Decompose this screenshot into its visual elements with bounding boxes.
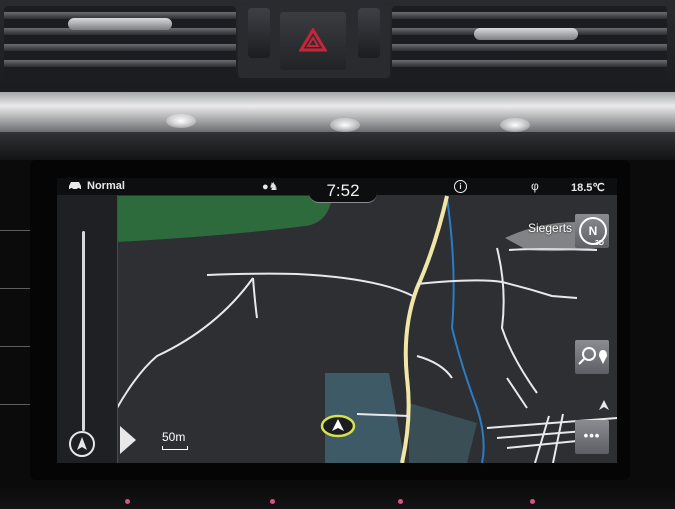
vent-toggle-right[interactable] [358, 8, 380, 58]
info-circle-icon[interactable]: i [454, 180, 467, 193]
search-location-icon [578, 347, 607, 365]
route-icon[interactable] [597, 398, 611, 412]
hazard-button[interactable] [280, 12, 346, 70]
map-scale-label: 50m [162, 430, 186, 444]
vent-knob-right[interactable] [474, 28, 578, 40]
car-icon [69, 182, 81, 191]
zoom-slider[interactable] [82, 231, 85, 431]
vehicle-marker-icon [320, 414, 356, 438]
connectivity-icons: ●♞ [262, 181, 279, 193]
phone-icon: φ [531, 179, 539, 193]
vent-toggle-left[interactable] [248, 8, 270, 58]
outside-temperature: 18.5℃ [571, 182, 605, 194]
north-view-button[interactable]: N 3D [575, 214, 609, 248]
map-town-label: Siegerts [528, 221, 573, 235]
indicator-light [270, 499, 275, 504]
driving-mode-label[interactable]: Normal [87, 180, 125, 192]
navigation-screen[interactable]: Normal ●♞ i φ 18.5℃ 7:52 50m Siegerts N … [57, 178, 617, 463]
vent-knob-left[interactable] [68, 18, 172, 30]
view-mode-label: 3D [595, 240, 604, 247]
air-vent-right [392, 6, 667, 84]
more-icon: ••• [583, 428, 601, 443]
play-arrow-icon[interactable] [120, 426, 136, 454]
chrome-trim [0, 92, 675, 132]
air-vent-left [4, 6, 236, 84]
dashboard-bottom [0, 488, 675, 509]
clock: 7:52 [326, 181, 360, 200]
map-scale-bar [162, 446, 188, 450]
compass-button[interactable] [69, 431, 95, 457]
more-options-button[interactable]: ••• [575, 420, 609, 454]
indicator-light [125, 499, 130, 504]
search-location-button[interactable] [575, 340, 609, 374]
clock-tab: 7:52 [309, 178, 377, 203]
center-switch-panel [238, 4, 390, 78]
compass-icon [77, 437, 87, 450]
zoom-panel [57, 195, 118, 463]
hazard-icon [299, 28, 327, 52]
indicator-light [398, 499, 403, 504]
dashboard-top [0, 0, 675, 160]
indicator-light [530, 499, 535, 504]
